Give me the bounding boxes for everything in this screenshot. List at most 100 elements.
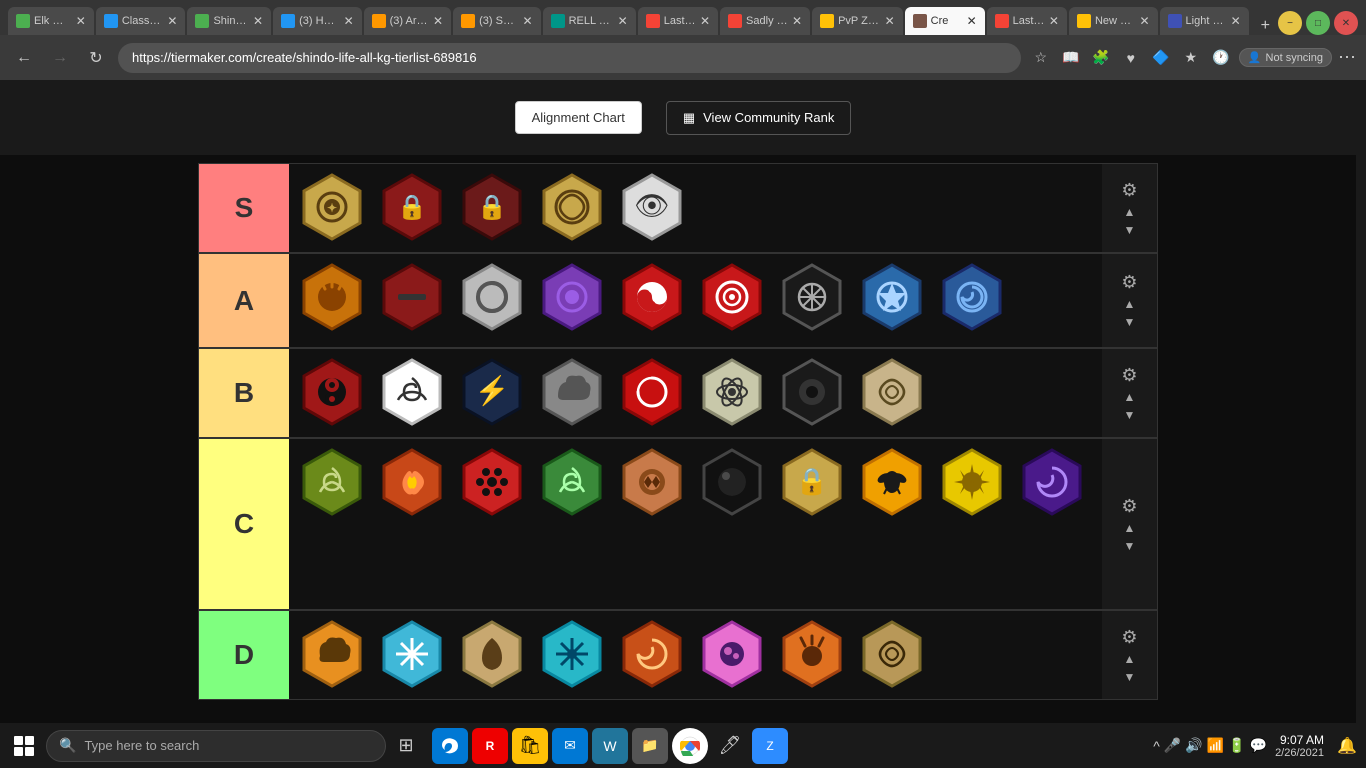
tier-item[interactable] [613,353,691,431]
tray-wifi-icon[interactable]: 📶 [1207,737,1224,754]
tray-mic-icon[interactable]: 🎤 [1164,737,1181,754]
tab-lastkg2[interactable]: Last KG ✕ [987,7,1067,35]
tier-item[interactable] [853,443,931,521]
tab-create-active[interactable]: Cre ✕ [905,7,985,35]
tab-rell[interactable]: RELL Ga... ✕ [543,7,636,35]
tier-item[interactable] [693,615,771,693]
tier-item[interactable] [693,443,771,521]
tier-settings-b[interactable]: ⚙ [1121,365,1137,386]
sync-button[interactable]: 👤 Not syncing [1239,48,1332,67]
tier-down-b[interactable]: ▼ [1124,408,1136,422]
main-scroll[interactable]: S ✦ 🔒 [0,155,1356,723]
tier-item[interactable] [293,443,371,521]
tier-item[interactable] [773,353,851,431]
tier-item[interactable] [533,615,611,693]
tier-up-c[interactable]: ▲ [1124,521,1136,535]
tier-item[interactable] [1013,443,1091,521]
tier-item[interactable] [933,258,1011,336]
notification-button[interactable]: 🔔 [1332,728,1362,764]
minimize-button[interactable]: − [1278,11,1302,35]
tier-item[interactable] [373,353,451,431]
tier-item[interactable] [533,353,611,431]
tab-pvp[interactable]: PvP Z M... ✕ [812,7,903,35]
tier-down-c[interactable]: ▼ [1124,539,1136,553]
tier-item[interactable] [613,615,691,693]
taskbar-mail-icon[interactable]: ✉ [552,728,588,764]
tab-shindo[interactable]: Shindo... ✕ [187,7,271,35]
tier-item[interactable]: 🔒 [373,168,451,246]
tier-item[interactable] [773,615,851,693]
tier-item[interactable] [853,353,931,431]
taskbar-edge-icon[interactable] [432,728,468,764]
task-view-button[interactable]: ⊞ [388,728,424,764]
tab-close[interactable]: ✕ [885,14,895,28]
read-aloud-icon[interactable]: 📖 [1059,46,1083,70]
star-icon[interactable]: ☆ [1029,46,1053,70]
tier-item[interactable] [293,258,371,336]
tier-down-a[interactable]: ▼ [1124,315,1136,329]
collections-icon[interactable]: ♥ [1119,46,1143,70]
tab-close[interactable]: ✕ [253,14,263,28]
tab-sadly[interactable]: Sadly I v... ✕ [720,7,810,35]
tier-settings-a[interactable]: ⚙ [1121,272,1137,293]
tier-item[interactable] [533,168,611,246]
tier-up-b[interactable]: ▲ [1124,390,1136,404]
tab-elk[interactable]: Elk Gro... ✕ [8,7,94,35]
tier-item[interactable] [533,258,611,336]
tab-close[interactable]: ✕ [76,14,86,28]
close-button[interactable]: ✕ [1334,11,1358,35]
tier-settings-c[interactable]: ⚙ [1121,496,1137,517]
address-input[interactable] [118,43,1021,73]
tier-item[interactable] [613,443,691,521]
tab-close[interactable]: ✕ [792,14,802,28]
tier-item[interactable] [933,443,1011,521]
tab-close[interactable]: ✕ [967,14,977,28]
taskbar-chrome-icon[interactable] [672,728,708,764]
tab-close[interactable]: ✕ [167,14,177,28]
tier-item[interactable] [293,353,371,431]
back-button[interactable]: ← [10,44,38,72]
maximize-button[interactable]: □ [1306,11,1330,35]
tray-chevron[interactable]: ^ [1153,738,1160,754]
system-clock[interactable]: 9:07 AM 2/26/2021 [1275,733,1324,759]
tier-item[interactable] [693,258,771,336]
tab-close[interactable]: ✕ [1049,14,1059,28]
profile-icon[interactable]: 🔷 [1149,46,1173,70]
tier-up-a[interactable]: ▲ [1124,297,1136,311]
favorites-icon[interactable]: ★ [1179,46,1203,70]
tab-close[interactable]: ✕ [344,14,354,28]
tier-item[interactable] [373,615,451,693]
tier-item[interactable] [373,443,451,521]
menu-button[interactable]: ⋯ [1338,47,1356,68]
view-community-button[interactable]: ▦ View Community Rank [666,101,852,135]
tab-close[interactable]: ✕ [1139,14,1149,28]
tier-item[interactable] [613,258,691,336]
tab-class[interactable]: Classwc... ✕ [96,7,186,35]
tier-item[interactable]: 👁 [613,168,691,246]
taskbar-search[interactable]: 🔍 Type here to search [46,730,386,762]
tab-lightsa[interactable]: Light Sa... ✕ [1160,7,1249,35]
tier-item[interactable]: 🔒 [773,443,851,521]
taskbar-files-icon[interactable]: 📁 [632,728,668,764]
tab-shin[interactable]: (3) Shin... ✕ [453,7,540,35]
tier-up-s[interactable]: ▲ [1124,205,1136,219]
tier-up-d[interactable]: ▲ [1124,652,1136,666]
taskbar-roblox-icon[interactable]: R [472,728,508,764]
tier-item[interactable] [693,353,771,431]
taskbar-misc-icon[interactable]: 🖊 [712,728,748,764]
extensions-icon[interactable]: 🧩 [1089,46,1113,70]
tier-item[interactable] [853,615,931,693]
tier-item[interactable] [853,258,931,336]
tier-item[interactable]: 🔒 [453,168,531,246]
tier-item[interactable] [453,615,531,693]
taskbar-store-icon[interactable]: 🛍 [512,728,548,764]
start-button[interactable] [4,726,44,766]
alignment-chart-button[interactable]: Alignment Chart [515,101,642,134]
tray-message-icon[interactable]: 💬 [1250,737,1267,754]
tier-item[interactable] [773,258,851,336]
tab-arse[interactable]: (3) Arse... ✕ [364,7,451,35]
tray-battery-icon[interactable]: 🔋 [1228,737,1245,754]
tab-close[interactable]: ✕ [433,14,443,28]
tier-item[interactable] [533,443,611,521]
tier-item[interactable] [293,615,371,693]
